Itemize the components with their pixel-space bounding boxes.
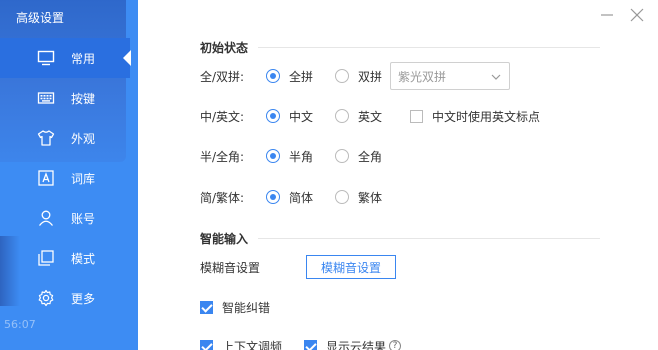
radio-label: 全拼: [289, 69, 314, 84]
radio-label: 简体: [289, 190, 314, 205]
sidebar-item-common[interactable]: 常用: [0, 38, 130, 78]
language-label: 中/英文:: [200, 109, 245, 124]
radio-dot: [266, 109, 280, 123]
row-pinyin: 全/双拼: 全拼 双拼: [200, 66, 400, 86]
section-title-smart-input: 智能输入: [200, 232, 249, 246]
width-label: 半/全角:: [200, 149, 245, 164]
checkbox-cloud-results[interactable]: 显示云结果?: [304, 338, 402, 350]
sidebar-item-more[interactable]: 更多: [0, 278, 138, 318]
row-width: 半/全角: 半角 全角: [200, 146, 400, 166]
tshirt-icon: [37, 129, 55, 147]
radio-chinese[interactable]: 中文: [266, 108, 317, 125]
sidebar-item-dictionary[interactable]: 词库: [0, 158, 138, 198]
radio-full-width[interactable]: 全角: [335, 148, 386, 165]
row-fuzzy: 模糊音设置: [200, 257, 260, 277]
script-label: 简/繁体:: [200, 190, 245, 205]
sidebar-item-label: 按键: [71, 91, 96, 106]
sidebar-item-label: 账号: [71, 211, 96, 226]
row-autocorrect: 智能纠错: [200, 297, 270, 317]
app-title: 高级设置: [16, 11, 65, 25]
user-icon: [37, 209, 55, 227]
checkbox-autocorrect[interactable]: 智能纠错: [200, 299, 270, 316]
radio-dot: [335, 109, 349, 123]
mode-icon: [37, 249, 55, 267]
fuzzy-settings-button[interactable]: 模糊音设置: [306, 255, 397, 279]
radio-label: 双拼: [358, 69, 383, 84]
sidebar-nav: 常用 按键 外观 词库 账号 模式 更多: [0, 38, 138, 318]
radio-dot: [266, 190, 280, 204]
double-pinyin-scheme-select[interactable]: 紫光双拼: [390, 62, 510, 90]
radio-dot: [335, 149, 349, 163]
radio-simplified[interactable]: 简体: [266, 189, 317, 206]
sidebar: 高级设置 56:07 常用 按键 外观 词库 账号 模式 更多: [0, 0, 138, 350]
row-script: 简/繁体: 简体 繁体: [200, 187, 400, 207]
monitor-icon: [37, 49, 55, 67]
sidebar-item-label: 外观: [71, 131, 96, 146]
help-icon[interactable]: ?: [389, 340, 402, 350]
radio-label: 半角: [289, 149, 314, 164]
divider: [258, 47, 600, 48]
radio-dot: [335, 190, 349, 204]
section-title-initial-state: 初始状态: [200, 41, 249, 55]
chevron-down-icon: [491, 71, 501, 81]
checkbox-box: [200, 300, 213, 314]
sidebar-item-label: 词库: [71, 171, 96, 186]
radio-label: 繁体: [358, 190, 383, 205]
select-value: 紫光双拼: [398, 69, 447, 84]
checkbox-context-frequency[interactable]: 上下文调频: [200, 338, 282, 350]
checkbox-label: 显示云结果: [326, 339, 387, 350]
sidebar-item-account[interactable]: 账号: [0, 198, 138, 238]
radio-traditional[interactable]: 繁体: [335, 189, 386, 206]
pinyin-label: 全/双拼:: [200, 69, 245, 84]
checkbox-english-punctuation[interactable]: 中文时使用英文标点: [410, 108, 540, 125]
radio-label: 中文: [289, 109, 314, 124]
checkbox-box: [410, 109, 423, 123]
gear-icon: [37, 289, 55, 307]
checkbox-label: 中文时使用英文标点: [432, 109, 541, 124]
sidebar-item-label: 常用: [71, 51, 96, 66]
divider: [258, 238, 600, 239]
row-context-cloud: 上下文调频 显示云结果?: [200, 336, 402, 350]
checkbox-box: [200, 339, 213, 350]
fuzzy-label: 模糊音设置: [200, 260, 261, 275]
close-icon[interactable]: [630, 8, 644, 22]
sidebar-item-mode[interactable]: 模式: [0, 238, 138, 278]
sidebar-item-appearance[interactable]: 外观: [0, 118, 138, 158]
radio-dot: [335, 69, 349, 83]
radio-full-pinyin[interactable]: 全拼: [266, 68, 317, 85]
sidebar-item-label: 模式: [71, 251, 96, 266]
dictionary-icon: [37, 169, 55, 187]
sidebar-item-label: 更多: [71, 291, 96, 306]
checkbox-label: 上下文调频: [222, 339, 283, 350]
radio-english[interactable]: 英文: [335, 108, 386, 125]
sidebar-item-keys[interactable]: 按键: [0, 78, 138, 118]
radio-dot: [266, 149, 280, 163]
sidebar-timestamp: 56:07: [4, 318, 36, 331]
radio-dot: [266, 69, 280, 83]
settings-panel: 初始状态 全/双拼: 全拼 双拼 紫光双拼 中/英文: 中文 英文 中文时使用英…: [200, 0, 620, 350]
keyboard-icon: [37, 89, 55, 107]
radio-double-pinyin[interactable]: 双拼: [335, 68, 386, 85]
checkbox-label: 智能纠错: [222, 300, 271, 315]
radio-label: 全角: [358, 149, 383, 164]
radio-label: 英文: [358, 109, 383, 124]
radio-half-width[interactable]: 半角: [266, 148, 317, 165]
row-language: 中/英文: 中文 英文 中文时使用英文标点: [200, 106, 540, 126]
checkbox-box: [304, 339, 318, 350]
